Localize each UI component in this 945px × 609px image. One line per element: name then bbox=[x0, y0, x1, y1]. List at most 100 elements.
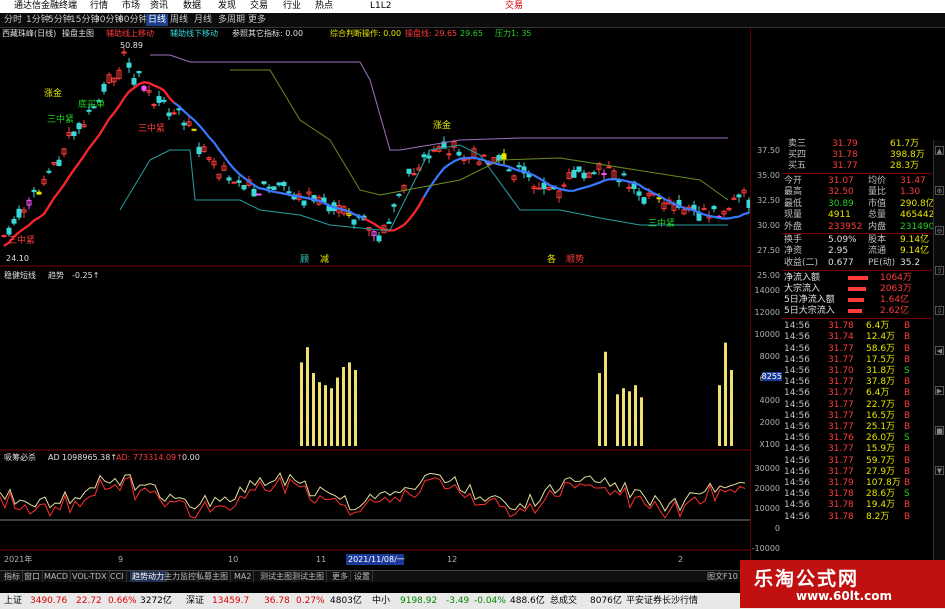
stat-value: 32.50 bbox=[828, 187, 854, 198]
order-book-row: 卖三 31.79 61.7万 bbox=[782, 139, 932, 149]
volume-bar bbox=[300, 362, 303, 446]
indicator-tab-8[interactable]: MA2 bbox=[232, 571, 255, 582]
scroll-button-icon[interactable]: ⇧ bbox=[935, 266, 944, 275]
flow-bar bbox=[848, 287, 866, 292]
scroll-button-icon[interactable]: ◀ bbox=[935, 346, 944, 355]
candle-body bbox=[241, 184, 247, 190]
volume-tick: X100 bbox=[759, 440, 780, 449]
indicator-tab-0[interactable]: 指标 bbox=[2, 571, 23, 582]
tick-price: 31.78 bbox=[828, 321, 854, 332]
vertical-scrollbar[interactable]: ▲ ⊕ ⊖ ⇧ ⇩ ◀ ▶ ■ ▼ bbox=[933, 140, 945, 560]
status-item: 4803亿 bbox=[330, 596, 362, 606]
menu-item-5[interactable]: 交易 bbox=[250, 0, 268, 12]
candle-body bbox=[431, 149, 437, 152]
flow-label: 5日净流入额 bbox=[784, 295, 835, 306]
tick-row: 14:56 31.77 37.8万 B bbox=[782, 377, 932, 387]
sub2-title[interactable]: 吸筹必杀 bbox=[4, 452, 36, 462]
period-tab-9[interactable]: 多周期 bbox=[218, 14, 245, 26]
volume-tick: 12000 bbox=[754, 308, 780, 317]
indicator-tab-12[interactable]: 设置 bbox=[352, 571, 373, 582]
menu-item-2[interactable]: 资讯 bbox=[150, 0, 168, 12]
tick-volume: 31.8万 bbox=[866, 366, 896, 376]
candle-body bbox=[711, 205, 717, 210]
signal-tag: 底买单 bbox=[78, 98, 105, 110]
chart-area[interactable]: 稳健短线 趋势 -0.25↑ 吸筹必杀 AD 1098965.38↑AD: 773314.… bbox=[0, 40, 750, 568]
main-indicator-name[interactable]: 操盘主图 bbox=[62, 28, 94, 40]
scroll-button-icon[interactable]: ▼ bbox=[935, 466, 944, 475]
menu-item-3[interactable]: 数据 bbox=[183, 0, 201, 12]
volume-bar bbox=[622, 388, 625, 446]
status-item: 8076亿 bbox=[590, 596, 622, 606]
scroll-button-icon[interactable]: ⇩ bbox=[935, 306, 944, 315]
period-tab-8[interactable]: 月线 bbox=[194, 14, 212, 26]
tick-row: 14:56 31.70 31.8万 S bbox=[782, 366, 932, 376]
period-tab-10[interactable]: 更多 bbox=[248, 14, 266, 26]
candle-body bbox=[261, 181, 267, 185]
tick-volume: 19.4万 bbox=[866, 500, 896, 511]
order-price: 31.79 bbox=[832, 139, 858, 149]
period-tab-2[interactable]: 5分钟 bbox=[48, 14, 72, 26]
scroll-button-icon[interactable]: ⊖ bbox=[935, 226, 944, 235]
indicator-tab-7[interactable]: 私募主图 bbox=[194, 571, 231, 582]
indicator-value-3: 综合判断操作: 0.00 bbox=[330, 29, 402, 38]
candle-body bbox=[636, 191, 642, 196]
indicator-tab-10[interactable]: 测试主图 bbox=[290, 571, 327, 582]
indicator-tab-4[interactable]: CCI bbox=[108, 571, 127, 582]
indicator-tab-11[interactable]: 更多 bbox=[330, 571, 351, 582]
status-item: 3490.76 bbox=[30, 596, 68, 606]
indicator-tab-2[interactable]: MACD bbox=[42, 571, 71, 582]
menu-item-6[interactable]: 行业 bbox=[283, 0, 301, 12]
candle-body bbox=[56, 159, 62, 167]
period-tab-7[interactable]: 周线 bbox=[170, 14, 188, 26]
status-item[interactable]: 中小 bbox=[372, 593, 390, 609]
stock-name[interactable]: 西藏珠峰(日线) bbox=[2, 28, 56, 40]
stat-value: 233952 bbox=[828, 221, 863, 232]
tick-time: 14:56 bbox=[784, 433, 810, 444]
tick-price: 31.78 bbox=[828, 511, 854, 522]
tick-time: 14:56 bbox=[784, 455, 810, 466]
sub1-title[interactable]: 稳健短线 bbox=[4, 270, 36, 280]
tick-side: B bbox=[904, 466, 911, 477]
period-tab-0[interactable]: 分时 bbox=[4, 14, 22, 26]
volume-bar bbox=[312, 373, 315, 446]
period-tab-1[interactable]: 1分钟 bbox=[26, 14, 50, 26]
stat-label: 流通 bbox=[868, 246, 887, 257]
f10-tab[interactable]: 图文F10 bbox=[705, 571, 741, 582]
candle-body bbox=[391, 204, 397, 207]
candle-body bbox=[256, 193, 262, 196]
tick-price: 31.78 bbox=[828, 500, 854, 511]
candle-body bbox=[131, 78, 137, 85]
trade-link[interactable]: 交易 bbox=[505, 0, 523, 13]
volume-bar bbox=[342, 366, 345, 446]
tick-time: 14:56 bbox=[784, 500, 810, 511]
menu-item-8[interactable]: L1L2 bbox=[370, 0, 391, 12]
menu-item-0[interactable]: 行情 bbox=[90, 0, 108, 12]
menu-item-4[interactable]: 发现 bbox=[218, 0, 236, 12]
scroll-button-icon[interactable]: ▲ bbox=[935, 146, 944, 155]
scroll-button-icon[interactable]: ⊕ bbox=[935, 186, 944, 195]
scroll-button-icon[interactable]: ■ bbox=[935, 426, 944, 435]
tick-row: 14:56 31.74 12.4万 B bbox=[782, 332, 932, 342]
candle-body bbox=[641, 197, 647, 204]
candle-body bbox=[71, 131, 77, 137]
status-item[interactable]: 总成交 bbox=[550, 593, 577, 609]
period-tab-6[interactable]: 日线 bbox=[146, 14, 169, 26]
scroll-button-icon[interactable]: ▶ bbox=[935, 386, 944, 395]
period-tab-5[interactable]: 60分钟 bbox=[118, 14, 147, 26]
status-item[interactable]: 深证 bbox=[186, 593, 204, 609]
menu-item-1[interactable]: 市场 bbox=[122, 0, 140, 12]
flow-bar bbox=[848, 276, 868, 281]
status-item[interactable]: 上证 bbox=[4, 593, 22, 609]
volume-bar bbox=[318, 382, 321, 446]
menu-item-7[interactable]: 热点 bbox=[315, 0, 333, 12]
indicator-tab-1[interactable]: 窗口 bbox=[22, 571, 43, 582]
candle-body bbox=[376, 235, 382, 242]
stat-value: 465442 bbox=[900, 210, 935, 221]
candle-body bbox=[736, 194, 742, 198]
candle-body bbox=[301, 200, 307, 206]
indicator-tab-3[interactable]: VOL-TDX bbox=[70, 571, 110, 582]
tick-volume: 58.6万 bbox=[866, 343, 896, 354]
indicator-value-2: 参照其它指标: 0.00 bbox=[232, 29, 304, 38]
volume-tick: 10000 bbox=[754, 330, 780, 339]
tick-side: S bbox=[904, 433, 910, 444]
